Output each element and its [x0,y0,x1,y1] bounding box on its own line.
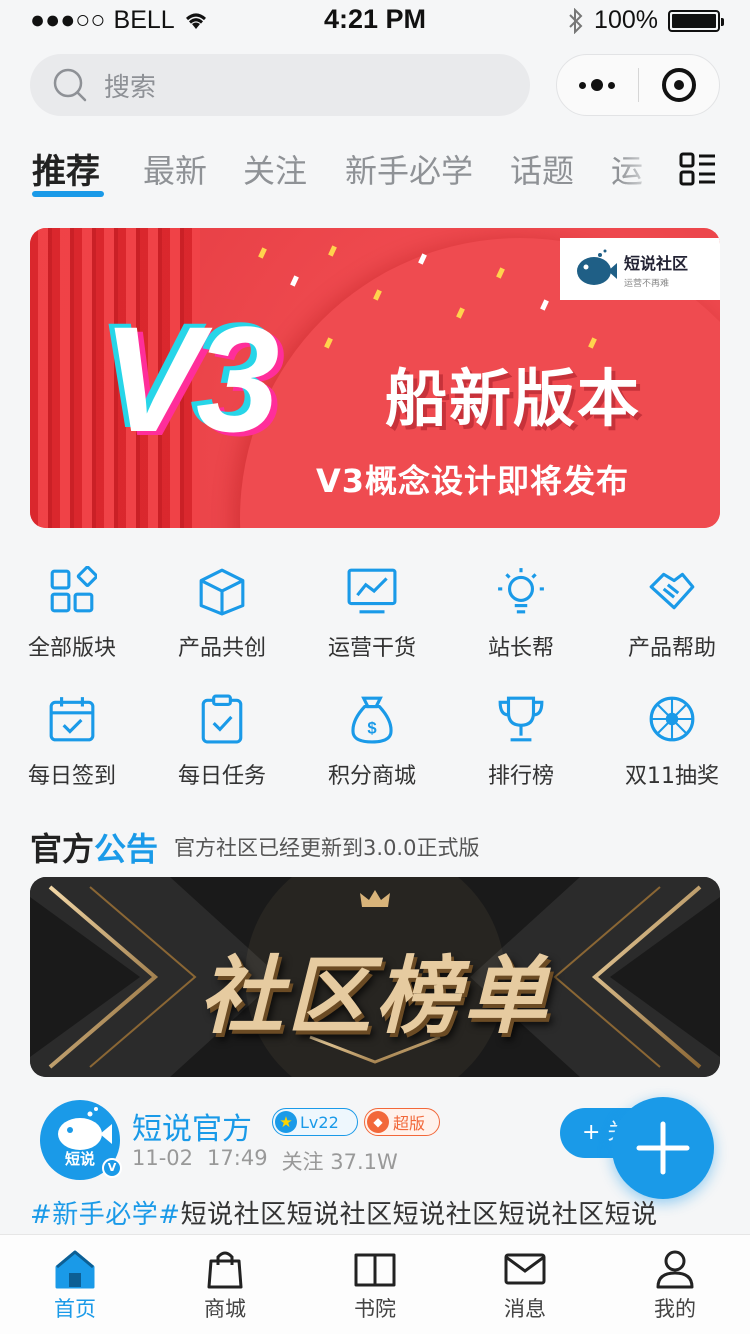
svg-text:$: $ [367,719,377,738]
tabbar-profile[interactable]: 我的 [600,1249,750,1323]
ranking-title: 社区榜单 [198,947,551,1045]
grid-item-label: 排行榜 [487,764,554,789]
verified-badge: V [102,1158,122,1178]
status-bar: ●●●○○ BELL 4:21 PM 100% [0,0,750,40]
book-icon [354,1253,396,1287]
grid-item-label: 产品帮助 [627,636,716,661]
grid-icon [50,566,97,613]
lightbulb-icon [498,568,544,614]
chart-monitor-icon [347,568,397,614]
tabbar-home[interactable]: 首页 [0,1249,150,1323]
level-text: Lv22 [300,1112,339,1132]
announcement-text: 官方社区已经更新到3.0.0正式版 [174,836,480,860]
moderator-badge: ◆ 超版 [364,1108,440,1136]
tab-recommend[interactable]: 推荐 [32,144,100,193]
banner-title: 船新版本 [385,362,642,435]
grid-item-label: 站长帮 [487,636,554,661]
tab-topics[interactable]: 话题 [510,146,574,192]
grid-item-7[interactable]: $ 积分商城 [297,694,447,790]
grid-item-6[interactable]: 每日任务 [147,694,297,790]
tabbar-messages[interactable]: 消息 [450,1249,600,1323]
tabs-fade [618,140,670,196]
bottom-tab-bar: 首页 商城 书院 消息 我的 [0,1234,750,1334]
tab-following[interactable]: 关注 [243,146,307,192]
target-icon [661,68,696,102]
tab-latest[interactable]: 最新 [143,146,207,192]
post-tag[interactable]: #新手必学# [30,1200,181,1230]
grid-item-5[interactable]: 每日签到 [0,694,147,790]
handshake-icon [649,572,695,610]
grid-item-9[interactable]: 双11抽奖 [597,694,747,790]
crown-icon [360,890,390,907]
level-badge: ★ Lv22 [272,1108,358,1136]
star-icon: ★ [275,1111,297,1133]
bluetooth-icon [569,7,583,34]
home-icon [55,1250,95,1289]
close-miniprogram-button[interactable] [639,68,720,102]
box-icon [199,568,245,616]
grid-item-4[interactable]: 产品帮助 [597,566,747,662]
banner-subtitle: V3概念设计即将发布 [316,462,630,500]
follower-count: 关注 37.1W [281,1150,398,1174]
brand-slogan: 运营不再难 [624,278,670,289]
announcement[interactable]: 官方 公告 官方社区已经更新到3.0.0正式版 [30,824,479,870]
fish-logo-icon [577,249,617,285]
grid-item-1[interactable]: 产品共创 [147,566,297,662]
brand-name: 短说社区 [624,253,689,273]
user-icon [656,1250,694,1289]
grid-item-8[interactable]: 排行榜 [446,694,596,790]
tabbar-messages-label: 消息 [504,1297,546,1321]
search-placeholder: 搜索 [104,72,157,103]
trophy-icon [498,696,544,742]
grid-item-label: 运营干货 [327,636,416,661]
post-body: 短说社区短说社区短说社区短说社区短说 [180,1200,658,1230]
tabbar-academy[interactable]: 书院 [300,1249,450,1323]
grid-item-label: 每日签到 [27,764,116,789]
plus-icon [636,1121,690,1175]
post-date: 11-02 [132,1146,194,1170]
grid-item-label: 每日任务 [177,764,266,789]
post-time: 17:49 [207,1146,268,1170]
status-right: 100% [568,6,724,35]
grid-item-label: 全部版块 [27,636,116,661]
more-button[interactable] [557,79,638,91]
announcement-title-notice: 公告 [94,830,159,868]
banner-v3-logo: V3 [102,295,280,463]
grid-item-0[interactable]: 全部版块 [0,566,147,662]
ranking-banner[interactable]: 社区榜单 [30,877,720,1077]
tabbar-academy-label: 书院 [354,1297,396,1321]
calendar-check-icon [49,697,95,742]
search-icon [53,68,87,102]
grid-item-3[interactable]: 站长帮 [446,566,596,662]
hero-banner[interactable]: V3 船新版本 V3概念设计即将发布 短说社区 运营不再难 [30,228,720,528]
battery-percent: 100% [594,6,658,34]
wheel-icon [649,696,695,742]
miniprogram-capsule [556,54,720,116]
post-meta: 11-02 17:49 关注 37.1W [132,1146,398,1176]
tabbar-mall[interactable]: 商城 [150,1249,300,1323]
mail-icon [504,1253,546,1285]
category-grid-icon[interactable] [679,152,717,186]
post-content[interactable]: #新手必学#短说社区短说社区短说社区短说社区短说 [30,1194,730,1231]
tab-beginner[interactable]: 新手必学 [345,146,473,192]
tabbar-home-label: 首页 [54,1297,96,1321]
moderator-text: 超版 [393,1114,426,1133]
announcement-title-official: 官方 [30,830,95,868]
diamond-icon: ◆ [367,1111,389,1133]
grid-item-label: 积分商城 [327,764,416,789]
clipboard-check-icon [201,694,243,744]
search-bar[interactable]: 搜索 [30,54,530,116]
tabbar-mall-label: 商城 [204,1297,246,1321]
money-bag-icon: $ [351,696,393,744]
shopping-bag-icon [207,1251,243,1289]
grid-item-2[interactable]: 运营干货 [297,566,447,662]
active-tab-indicator [32,191,104,197]
grid-item-label: 双11抽奖 [625,764,719,789]
author-name[interactable]: 短说官方 [132,1104,252,1148]
grid-item-label: 产品共创 [177,636,266,661]
create-post-button[interactable] [612,1097,714,1199]
battery-icon [668,9,724,32]
brand-logo: 短说社区 运营不再难 [560,238,720,300]
tabbar-profile-label: 我的 [654,1297,696,1321]
